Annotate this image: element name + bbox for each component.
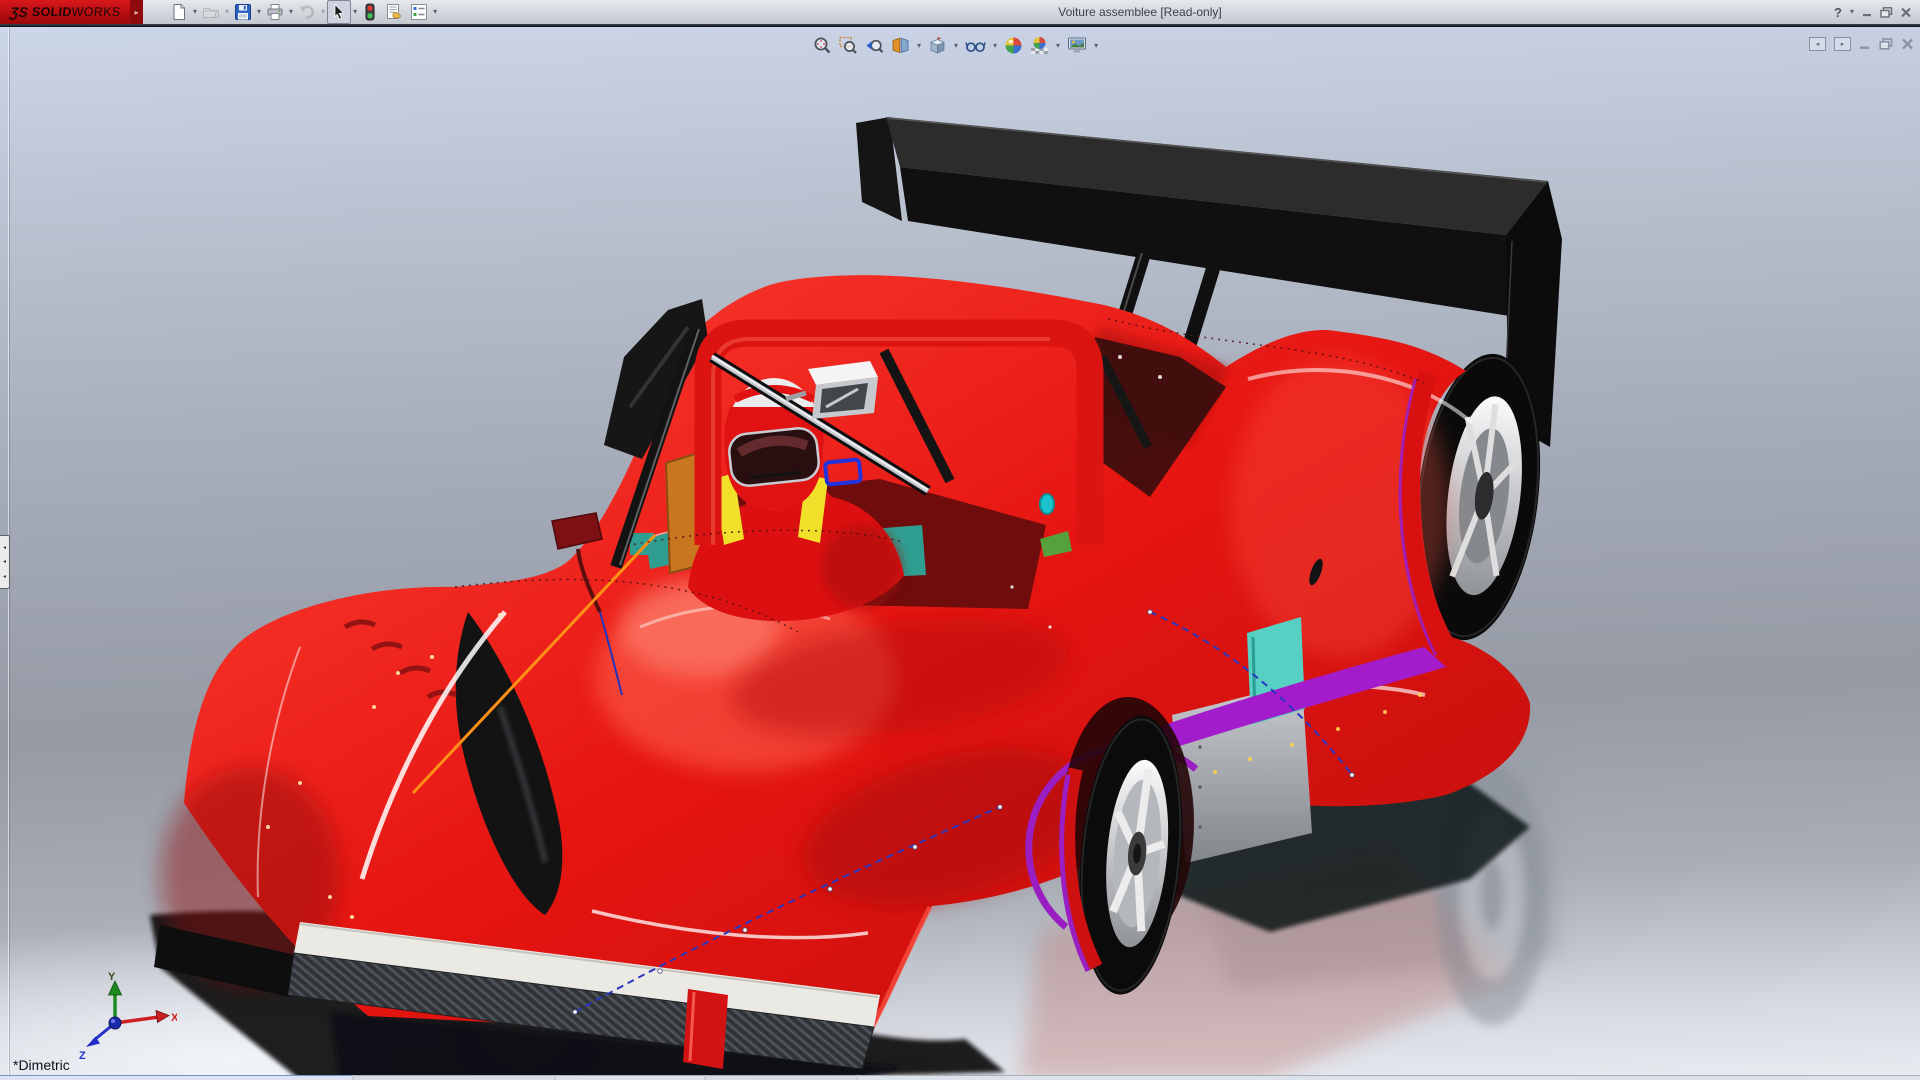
apply-scene-caret[interactable]: ▾: [1056, 42, 1060, 50]
open-document-button[interactable]: [199, 0, 223, 24]
options-button[interactable]: [407, 0, 431, 24]
print-dropdown-caret[interactable]: ▾: [289, 8, 293, 16]
triad-z-label: Z: [79, 1050, 86, 1062]
status-segment: [706, 1075, 856, 1080]
status-segment: [354, 1075, 554, 1080]
help-button[interactable]: ?: [1834, 5, 1842, 20]
view-orientation-button[interactable]: [927, 35, 948, 56]
save-button[interactable]: [231, 0, 255, 24]
save-dropdown-caret[interactable]: ▾: [257, 8, 261, 16]
options-checklist-icon: [410, 3, 428, 21]
doc-minimize-button[interactable]: [1859, 39, 1871, 50]
printer-icon: [266, 3, 284, 21]
solidworks-logo: ƷS SOLIDWORKS: [0, 0, 130, 24]
print-button[interactable]: [263, 0, 287, 24]
close-icon: [1901, 38, 1914, 50]
collapse-panel-button[interactable]: ◂: [1809, 37, 1826, 51]
previous-view-icon: [865, 36, 884, 55]
zoom-fit-icon: [813, 36, 832, 55]
close-icon: [1900, 7, 1912, 18]
zoom-area-icon: [839, 36, 858, 55]
section-view-caret[interactable]: ▾: [917, 42, 921, 50]
restore-icon: [1879, 38, 1893, 50]
reference-triad: Y X Z: [57, 971, 177, 1071]
brand-bold: SOLID: [31, 5, 72, 19]
solidworks-logo-text: SOLIDWORKS: [31, 5, 121, 19]
view-cube-icon: [928, 36, 947, 55]
file-properties-button[interactable]: [382, 0, 406, 24]
view-settings-button[interactable]: [1066, 35, 1088, 56]
new-document-button[interactable]: [167, 0, 191, 24]
view-orientation-caret[interactable]: ▾: [954, 42, 958, 50]
section-view-icon: [891, 36, 910, 55]
status-segment: [858, 1075, 1920, 1080]
help-dropdown-caret[interactable]: ▾: [1850, 8, 1854, 16]
minimize-icon: [1859, 39, 1871, 50]
new-document-icon: [170, 3, 188, 21]
title-bar: ƷS SOLIDWORKS ▸ ▾ ▾ ▾: [0, 0, 1920, 24]
appearance-sphere-icon: [1004, 36, 1023, 55]
view-settings-caret[interactable]: ▾: [1094, 42, 1098, 50]
graphics-viewport[interactable]: ◂ ◂ ◂: [0, 27, 1920, 1080]
cyan-knob[interactable]: [1040, 494, 1054, 514]
hide-show-caret[interactable]: ▾: [993, 42, 997, 50]
file-properties-icon: [385, 3, 403, 21]
view-orientation-label: *Dimetric: [13, 1057, 70, 1073]
scene-sphere-icon: [1030, 36, 1049, 55]
standard-toolbar: ▾ ▾ ▾ ▾: [167, 0, 438, 24]
status-strip: [0, 1075, 1920, 1080]
brand-light: WORKS: [71, 5, 121, 19]
window-controls: ? ▾: [1834, 5, 1920, 20]
edit-appearance-button[interactable]: [1003, 35, 1024, 56]
status-segment: [556, 1075, 704, 1080]
new-dropdown-caret[interactable]: ▾: [193, 8, 197, 16]
panel-right-arrow-icon: ▸: [1841, 40, 1845, 48]
monitor-icon: [1067, 36, 1087, 55]
titlebar-divider: [0, 24, 1920, 27]
close-button[interactable]: [1900, 7, 1912, 18]
triad-x-label: X: [171, 1012, 177, 1024]
minimize-icon: [1862, 7, 1873, 17]
undo-button[interactable]: [295, 0, 319, 24]
apply-scene-button[interactable]: [1029, 35, 1050, 56]
select-dropdown-caret[interactable]: ▾: [353, 8, 357, 16]
zoom-to-area-button[interactable]: [838, 35, 859, 56]
minimize-button[interactable]: [1862, 7, 1873, 17]
menu-expand-arrow[interactable]: ▸: [130, 0, 143, 24]
triad-y-label: Y: [108, 971, 116, 983]
model-3d-race-car[interactable]: [0, 27, 1920, 1080]
solidworks-logo-glyph: ƷS: [9, 4, 29, 20]
doc-close-button[interactable]: [1901, 38, 1914, 50]
section-view-button[interactable]: [890, 35, 911, 56]
select-tool-button[interactable]: [327, 0, 351, 24]
previous-view-button[interactable]: [864, 35, 885, 56]
eyeglasses-icon: [965, 36, 986, 55]
rebuild-button[interactable]: [359, 0, 381, 24]
zoom-to-fit-button[interactable]: [812, 35, 833, 56]
save-floppy-icon: [234, 3, 252, 21]
open-folder-icon: [202, 3, 220, 21]
status-segment: [0, 1075, 352, 1080]
undo-dropdown-caret[interactable]: ▾: [321, 8, 325, 16]
doc-restore-button[interactable]: [1879, 38, 1893, 50]
open-dropdown-caret[interactable]: ▾: [225, 8, 229, 16]
undo-arrow-icon: [298, 3, 316, 21]
window-title: Voiture assemblee [Read-only]: [470, 0, 1810, 24]
document-window-controls: ◂ ▸: [1809, 37, 1914, 51]
select-cursor-icon: [330, 3, 348, 21]
heads-up-view-toolbar: ▾ ▾ ▾: [812, 35, 1099, 56]
restore-icon: [1880, 7, 1893, 18]
restore-button[interactable]: [1880, 7, 1893, 18]
hide-show-items-button[interactable]: [964, 35, 987, 56]
traffic-light-icon: [362, 3, 378, 21]
options-dropdown-caret[interactable]: ▾: [433, 8, 437, 16]
panel-left-arrow-icon: ◂: [1816, 40, 1820, 48]
expand-panel-button[interactable]: ▸: [1834, 37, 1851, 51]
